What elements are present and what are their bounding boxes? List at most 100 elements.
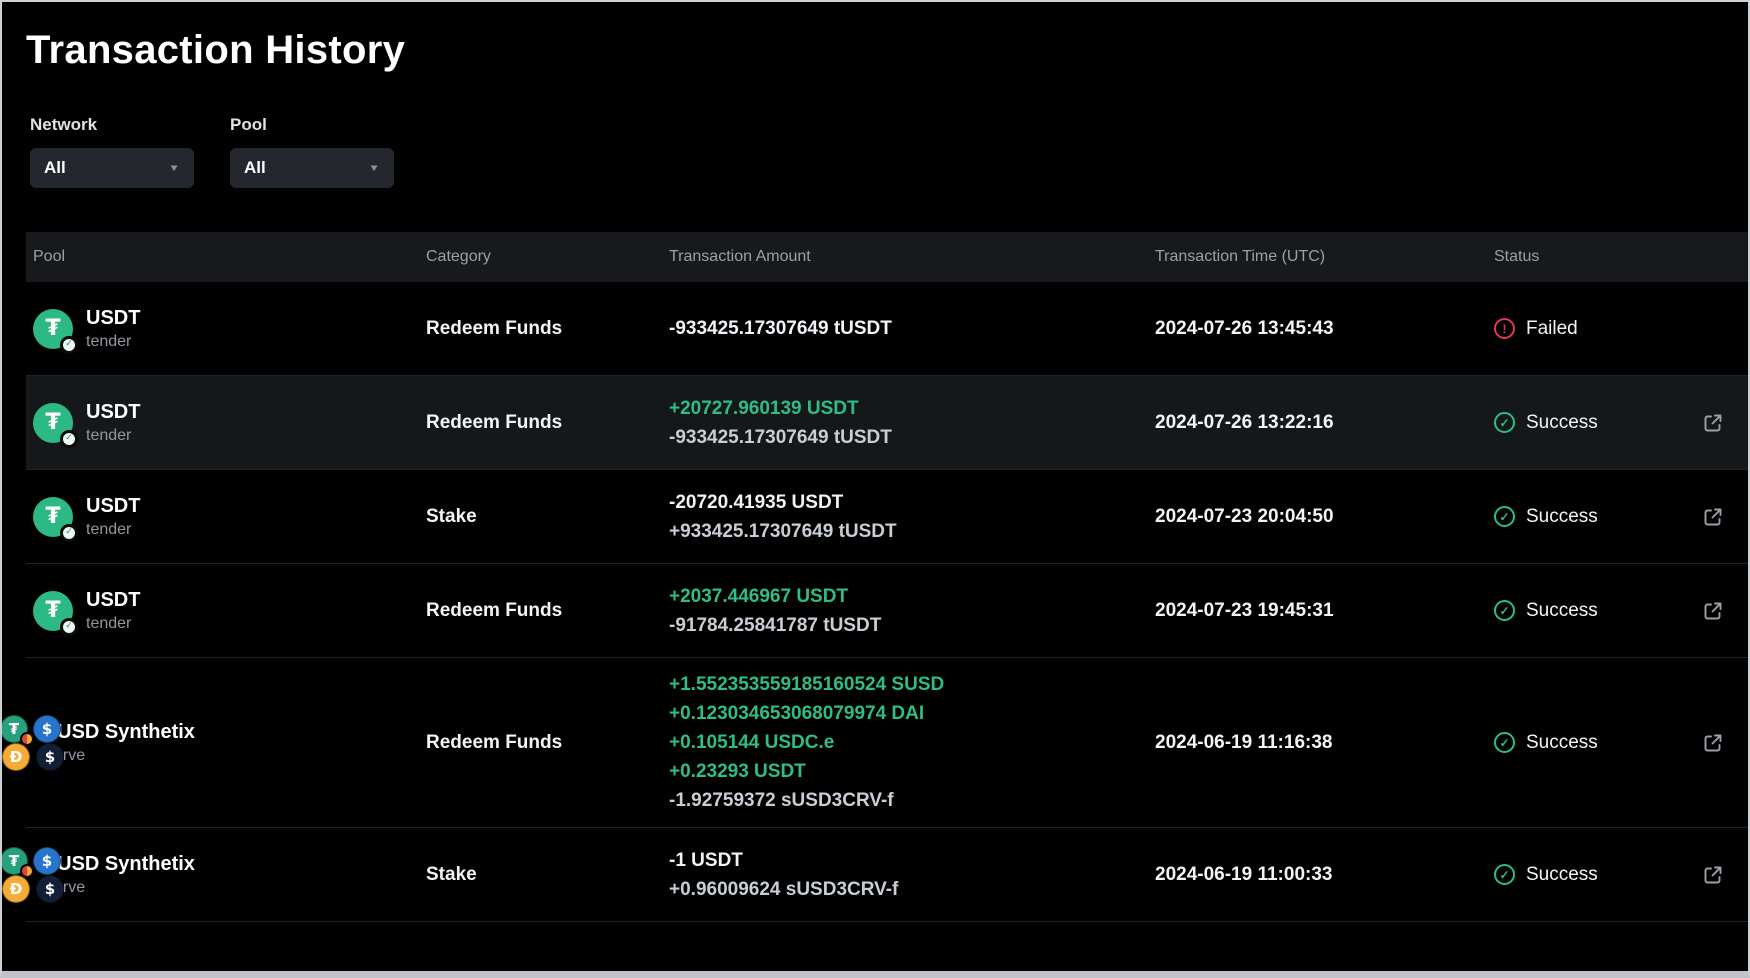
pool-dropdown-value: All (244, 158, 266, 178)
usdt-coin-icon: ₮✓ (33, 309, 73, 349)
status-icon: ✓ (1494, 412, 1515, 433)
transaction-time-cell: 2024-06-19 11:16:38 (1155, 732, 1494, 754)
pool-network-label: curve (46, 879, 195, 897)
amount-line: +20727.960139 USDT (669, 394, 1155, 423)
transaction-time-cell: 2024-07-26 13:45:43 (1155, 318, 1494, 340)
dai-coin-icon: Ð (2, 875, 30, 903)
pool-cell: ₮✓ USDT tender (26, 494, 426, 539)
pool-name: sUSD Synthetix (46, 852, 195, 877)
usdt-coin-icon: ₮✓ (33, 591, 73, 631)
pool-name: USDT (86, 494, 140, 519)
status-cell: ✓ Success (1494, 732, 1697, 754)
pool-network-label: tender (86, 427, 140, 445)
transaction-time-cell: 2024-07-26 13:22:16 (1155, 412, 1494, 434)
transaction-amounts-cell: +2037.446967 USDT-91784.25841787 tUSDT (669, 582, 1155, 640)
table-row: ₮✓ USDT tender Redeem Funds +20727.96013… (26, 376, 1748, 470)
usdc-coin-icon: $ (33, 847, 61, 875)
amount-line: -933425.17307649 tUSDT (669, 423, 1155, 452)
external-link-icon[interactable] (1701, 505, 1725, 529)
filter-bar: Network All ▼ Pool All ▼ (30, 115, 1748, 188)
category-cell: Stake (426, 506, 669, 528)
dai-coin-icon: Ð (2, 743, 30, 771)
network-dropdown-value: All (44, 158, 66, 178)
amount-line: +933425.17307649 tUSDT (669, 517, 1155, 546)
status-icon: ! (1494, 318, 1515, 339)
pool-name: USDT (86, 400, 140, 425)
amount-line: -933425.17307649 tUSDT (669, 314, 1155, 343)
transaction-time-cell: 2024-07-23 20:04:50 (1155, 506, 1494, 528)
pool-cell: ₮✓ USDT tender (26, 400, 426, 445)
chevron-down-icon: ▼ (168, 162, 180, 173)
category-cell: Redeem Funds (426, 732, 669, 754)
category-cell: Stake (426, 864, 669, 886)
status-label: Success (1526, 600, 1598, 622)
amount-line: +0.23293 USDT (669, 757, 1155, 786)
category-cell: Redeem Funds (426, 318, 669, 340)
page-title: Transaction History (26, 28, 1748, 73)
table-row: ₮✓ USDT tender Stake -20720.41935 USDT+9… (26, 470, 1748, 564)
table-body: ₮✓ USDT tender Redeem Funds -933425.1730… (26, 282, 1748, 922)
status-icon: ✓ (1494, 600, 1515, 621)
pool-cell: ₮✓ USDT tender (26, 306, 426, 351)
usdt-coin-icon: ₮✓ (33, 403, 73, 443)
amount-line: +0.105144 USDC.e (669, 728, 1155, 757)
amount-line: +2037.446967 USDT (669, 582, 1155, 611)
column-header-transaction-amount: Transaction Amount (669, 248, 1155, 266)
pool-cell: $Ð$₮ sUSD Synthetix curve (26, 720, 426, 765)
verified-badge-icon: ✓ (60, 618, 78, 636)
status-label: Success (1526, 864, 1598, 886)
network-dropdown[interactable]: All ▼ (30, 148, 194, 188)
transaction-time-cell: 2024-06-19 11:00:33 (1155, 864, 1494, 886)
susd-coin-icon: $ (36, 875, 64, 903)
amount-line: -91784.25841787 tUSDT (669, 611, 1155, 640)
external-link-icon[interactable] (1701, 411, 1725, 435)
susd-coin-icon: $ (36, 743, 64, 771)
transaction-time-cell: 2024-07-23 19:45:31 (1155, 600, 1494, 622)
column-header-transaction-time: Transaction Time (UTC) (1155, 248, 1494, 266)
amount-line: -1 USDT (669, 846, 1155, 875)
status-cell: ✓ Success (1494, 600, 1697, 622)
table-row: ₮✓ USDT tender Redeem Funds +2037.446967… (26, 564, 1748, 658)
pool-cell: $Ð$₮ sUSD Synthetix curve (26, 852, 426, 897)
amount-line: +1.552353559185160524 SUSD (669, 670, 1155, 699)
verified-badge-icon: ✓ (60, 524, 78, 542)
column-header-status: Status (1494, 248, 1697, 266)
network-badge-icon (20, 732, 34, 746)
pool-name: USDT (86, 306, 140, 331)
pool-filter-label: Pool (230, 115, 394, 135)
transaction-amounts-cell: -933425.17307649 tUSDT (669, 314, 1155, 343)
pool-network-label: tender (86, 333, 140, 351)
pool-name: sUSD Synthetix (46, 720, 195, 745)
status-cell: ✓ Success (1494, 506, 1697, 528)
category-cell: Redeem Funds (426, 412, 669, 434)
amount-line: -20720.41935 USDT (669, 488, 1155, 517)
status-label: Success (1526, 732, 1598, 754)
pool-network-label: tender (86, 615, 140, 633)
column-header-category: Category (426, 248, 669, 266)
usdt-coin-icon: ₮✓ (33, 497, 73, 537)
status-cell: ! Failed (1494, 318, 1697, 340)
status-icon: ✓ (1494, 864, 1515, 885)
external-link-icon[interactable] (1701, 731, 1725, 755)
transaction-table: Pool Category Transaction Amount Transac… (26, 232, 1748, 922)
verified-badge-icon: ✓ (60, 336, 78, 354)
verified-badge-icon: ✓ (60, 430, 78, 448)
network-badge-icon (20, 864, 34, 878)
transaction-history-page: Transaction History Network All ▼ Pool A… (0, 0, 1750, 978)
transaction-amounts-cell: -20720.41935 USDT+933425.17307649 tUSDT (669, 488, 1155, 546)
external-link-icon[interactable] (1701, 599, 1725, 623)
transaction-amounts-cell: +20727.960139 USDT-933425.17307649 tUSDT (669, 394, 1155, 452)
table-row: $Ð$₮ sUSD Synthetix curve Redeem Funds +… (26, 658, 1748, 828)
transaction-amounts-cell: +1.552353559185160524 SUSD+0.12303465306… (669, 670, 1155, 815)
amount-line: -1.92759372 sUSD3CRV-f (669, 786, 1155, 815)
external-link-icon[interactable] (1701, 863, 1725, 887)
status-label: Failed (1526, 318, 1578, 340)
network-filter-label: Network (30, 115, 194, 135)
amount-line: +0.123034653068079974 DAI (669, 699, 1155, 728)
pool-dropdown[interactable]: All ▼ (230, 148, 394, 188)
amount-line: +0.96009624 sUSD3CRV-f (669, 875, 1155, 904)
status-cell: ✓ Success (1494, 864, 1697, 886)
usdc-coin-icon: $ (33, 715, 61, 743)
table-row: ₮✓ USDT tender Redeem Funds -933425.1730… (26, 282, 1748, 376)
status-label: Success (1526, 506, 1598, 528)
